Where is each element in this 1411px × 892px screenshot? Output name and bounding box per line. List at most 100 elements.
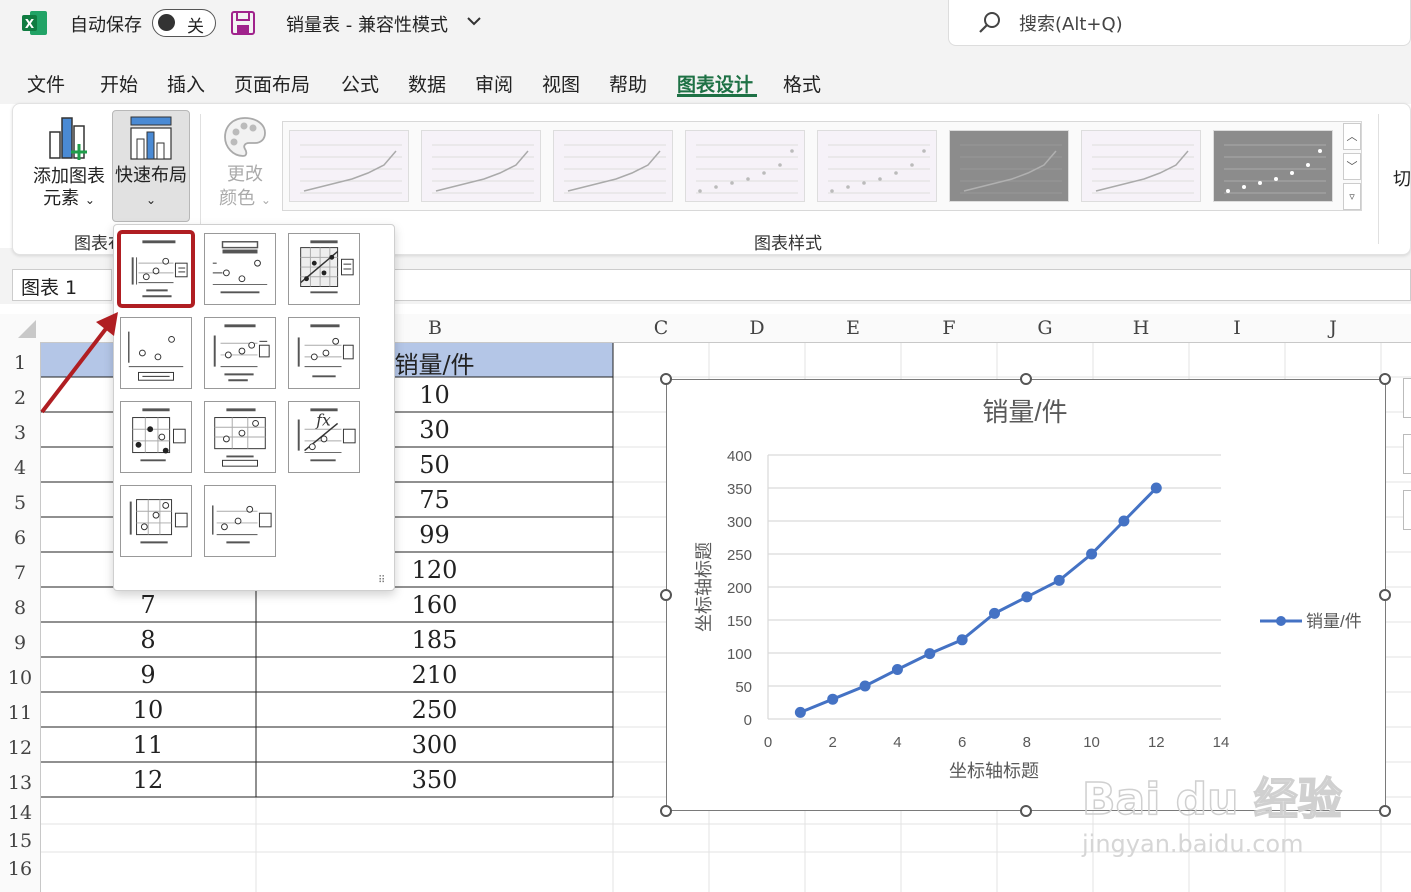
resize-handle[interactable] [660, 373, 672, 385]
change-colors-button[interactable]: 更改 颜色 ⌄ [212, 112, 278, 212]
cell-b9[interactable]: 185 [256, 626, 613, 654]
chart-style-1[interactable] [289, 130, 409, 202]
chart-title[interactable]: 销量/件 [982, 397, 1067, 427]
layout-9-option[interactable]: fx [288, 401, 360, 473]
column-header-f[interactable]: F [934, 317, 964, 339]
data-point[interactable] [1150, 482, 1162, 494]
quick-layout-button[interactable]: 快速布局 ⌄ [112, 110, 190, 222]
layout-11-option[interactable] [204, 485, 276, 557]
cell-b13[interactable]: 350 [256, 766, 613, 794]
gallery-more-button[interactable]: ▿ [1343, 183, 1361, 210]
search-box[interactable]: 搜索(Alt+Q) [948, 0, 1411, 46]
document-title[interactable]: 销量表 - 兼容性模式 [286, 11, 448, 37]
cell-b11[interactable]: 250 [256, 696, 613, 724]
chart-filters-button[interactable] [1403, 490, 1411, 530]
data-point[interactable] [827, 693, 839, 705]
data-point[interactable] [989, 607, 1000, 619]
column-header-d[interactable]: D [742, 317, 772, 339]
layout-10-option[interactable] [120, 485, 192, 557]
column-header-b[interactable]: B [420, 317, 450, 339]
row-header[interactable]: 5 [0, 492, 40, 514]
autosave-toggle[interactable]: 关 [152, 9, 216, 37]
resize-handle[interactable] [1379, 805, 1391, 817]
x-axis-title[interactable]: 坐标轴标题 [949, 761, 1039, 781]
data-point[interactable] [891, 664, 903, 675]
resize-handle[interactable] [660, 805, 672, 817]
column-header-e[interactable]: E [838, 317, 868, 339]
cell-a8[interactable]: 7 [40, 591, 256, 619]
row-header[interactable]: 10 [0, 667, 40, 689]
row-header[interactable]: 16 [0, 858, 40, 880]
tab-formulas[interactable]: 公式 [341, 70, 379, 97]
layout-5-option[interactable] [204, 317, 276, 389]
data-point[interactable] [859, 680, 871, 692]
resize-grip-icon[interactable]: ⠿ [378, 575, 385, 586]
column-header-j[interactable]: J [1318, 317, 1348, 339]
row-header[interactable]: 11 [0, 702, 40, 724]
row-header[interactable]: 3 [0, 422, 40, 444]
row-header[interactable]: 4 [0, 457, 40, 479]
row-header[interactable]: 14 [0, 802, 40, 824]
data-point[interactable] [956, 634, 968, 646]
layout-8-option[interactable] [204, 401, 276, 473]
chart-style-6[interactable] [949, 130, 1069, 202]
switch-row-column-button[interactable]: 切 [1393, 165, 1411, 191]
data-point[interactable] [1086, 548, 1098, 560]
row-header[interactable]: 7 [0, 562, 40, 584]
layout-7-option[interactable] [120, 401, 192, 473]
data-point[interactable] [1118, 515, 1130, 527]
tab-view[interactable]: 视图 [542, 70, 580, 97]
column-header-c[interactable]: C [646, 317, 676, 339]
cell-b12[interactable]: 300 [256, 731, 613, 759]
tab-format[interactable]: 格式 [783, 70, 821, 97]
chart-style-8[interactable] [1213, 130, 1333, 202]
layout-4-option[interactable] [120, 317, 192, 389]
add-chart-element-button[interactable]: 添加图表 元素 ⌄ [30, 112, 108, 212]
resize-handle[interactable] [1379, 589, 1391, 601]
layout-3-option[interactable] [288, 233, 360, 305]
data-point[interactable] [1021, 591, 1033, 603]
chart-style-5[interactable] [817, 130, 937, 202]
row-header[interactable]: 8 [0, 597, 40, 619]
row-header[interactable]: 6 [0, 527, 40, 549]
tab-data[interactable]: 数据 [408, 70, 446, 97]
tab-insert[interactable]: 插入 [167, 70, 205, 97]
column-header-g[interactable]: G [1030, 317, 1060, 339]
series-line[interactable] [799, 486, 1158, 714]
chart-elements-button[interactable] [1403, 378, 1411, 418]
layout-1-option[interactable] [117, 230, 195, 308]
resize-handle[interactable] [1020, 805, 1032, 817]
chart-style-3[interactable] [553, 130, 673, 202]
cell-a9[interactable]: 8 [40, 626, 256, 654]
resize-handle[interactable] [1020, 373, 1032, 385]
resize-handle[interactable] [660, 589, 672, 601]
chart-style-4[interactable] [685, 130, 805, 202]
chart-style-2[interactable] [421, 130, 541, 202]
cell-a13[interactable]: 12 [40, 766, 256, 794]
chevron-down-icon[interactable] [466, 14, 482, 28]
tab-help[interactable]: 帮助 [609, 70, 647, 97]
chart-styles-button[interactable] [1403, 434, 1411, 474]
row-header[interactable]: 9 [0, 632, 40, 654]
cell-b10[interactable]: 210 [256, 661, 613, 689]
cell-a12[interactable]: 11 [40, 731, 256, 759]
row-header[interactable]: 15 [0, 830, 40, 852]
save-icon[interactable] [230, 10, 256, 36]
layout-6-option[interactable] [288, 317, 360, 389]
cell-b8[interactable]: 160 [256, 591, 613, 619]
legend[interactable]: 销量/件 [1260, 612, 1362, 631]
column-header-i[interactable]: I [1222, 317, 1252, 339]
tab-file[interactable]: 文件 [27, 70, 65, 97]
y-axis-title[interactable]: 坐标轴标题 [694, 542, 714, 632]
row-header[interactable]: 13 [0, 772, 40, 794]
layout-2-option[interactable] [204, 233, 276, 305]
chart-style-7[interactable] [1081, 130, 1201, 202]
data-point[interactable] [794, 706, 806, 718]
formula-input[interactable] [392, 269, 1411, 301]
data-point[interactable] [1053, 574, 1065, 586]
tab-review[interactable]: 审阅 [475, 70, 513, 97]
cell-a11[interactable]: 10 [40, 696, 256, 724]
gallery-down-button[interactable]: ﹀ [1343, 153, 1361, 180]
resize-handle[interactable] [1379, 373, 1391, 385]
tab-page-layout[interactable]: 页面布局 [234, 70, 310, 97]
